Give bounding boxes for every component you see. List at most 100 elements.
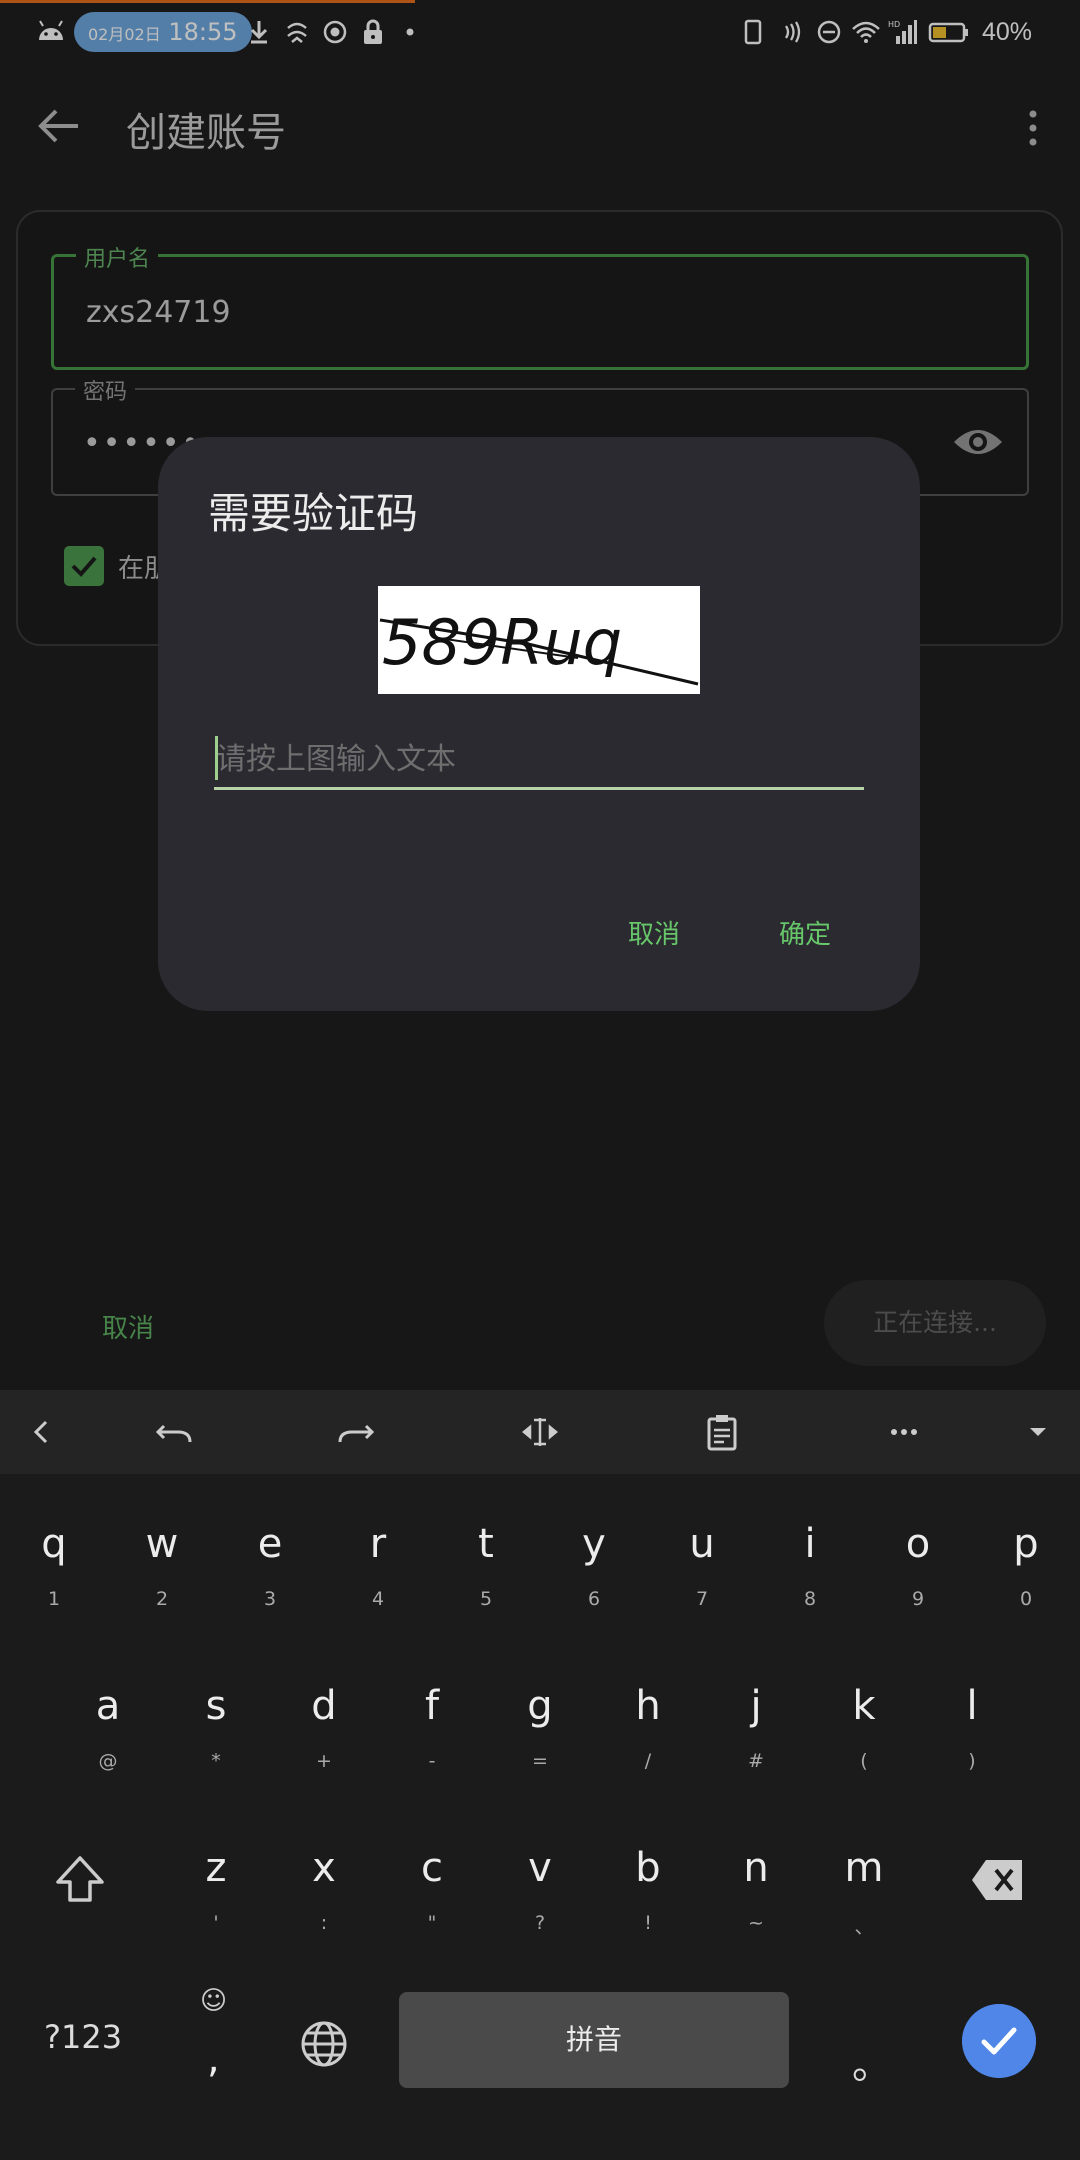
key-label: i [804, 1521, 816, 1567]
key-label: z [205, 1845, 227, 1891]
symbols-key[interactable]: ?123 [44, 2018, 122, 2056]
key-hint: ~ [748, 1912, 764, 1934]
key-label: x [312, 1845, 336, 1891]
key-hint: ? [534, 1912, 546, 1934]
key-hint: = [532, 1750, 548, 1772]
undo-icon[interactable] [154, 1412, 194, 1452]
key-l[interactable]: l) [922, 1676, 1022, 1806]
key-label: u [689, 1521, 715, 1567]
collapse-keyboard-icon[interactable] [1018, 1412, 1058, 1452]
clipboard-icon[interactable] [702, 1412, 742, 1452]
key-label: t [478, 1521, 494, 1567]
key-hint: 、 [854, 1916, 874, 1938]
key-hint: 1 [47, 1588, 61, 1610]
key-hint: * [211, 1750, 221, 1772]
key-label: v [528, 1845, 552, 1891]
key-u[interactable]: u7 [652, 1514, 752, 1644]
key-n[interactable]: n ~ [706, 1838, 806, 1968]
key-label: o [905, 1521, 931, 1567]
key-x[interactable]: x: [274, 1838, 374, 1968]
enter-check-icon[interactable] [962, 2004, 1036, 2078]
key-a[interactable]: a @ [58, 1676, 158, 1806]
key-v[interactable]: v? [490, 1838, 590, 1968]
key-z[interactable]: z ' [166, 1838, 266, 1968]
comma-key[interactable]: , [207, 2036, 220, 2082]
key-o[interactable]: o9 [868, 1514, 968, 1644]
key-hint: - [428, 1750, 436, 1772]
key-hint: : [320, 1912, 328, 1934]
dialog-cancel-button[interactable]: 取消 [628, 914, 680, 951]
captcha-text-input[interactable] [214, 732, 864, 787]
key-k[interactable]: k( [814, 1676, 914, 1806]
key-d[interactable]: d + [274, 1676, 374, 1806]
key-p[interactable]: p0 [976, 1514, 1076, 1644]
shift-icon[interactable] [52, 1852, 108, 1908]
key-label: k [852, 1683, 876, 1729]
text-cursor [215, 736, 218, 780]
key-hint: 9 [911, 1588, 925, 1610]
key-hint: 2 [155, 1588, 169, 1610]
key-c[interactable]: c " [382, 1838, 482, 1968]
key-r[interactable]: r4 [328, 1514, 428, 1644]
emoji-icon[interactable]: ☺ [200, 1986, 227, 2016]
key-hint: @ [98, 1750, 118, 1772]
key-label: h [635, 1683, 661, 1729]
key-label: j [750, 1683, 762, 1729]
globe-icon[interactable] [298, 2018, 350, 2070]
key-label: n [743, 1845, 769, 1891]
chevron-left-icon[interactable] [22, 1412, 62, 1452]
key-i[interactable]: i8 [760, 1514, 860, 1644]
key-label: d [311, 1683, 337, 1729]
key-hint: ' [213, 1912, 219, 1934]
key-m[interactable]: m、 [814, 1838, 914, 1968]
key-hint: 7 [695, 1588, 709, 1610]
key-hint: / [644, 1750, 652, 1772]
key-h[interactable]: h / [598, 1676, 698, 1806]
key-label: b [635, 1845, 661, 1891]
key-label: e [257, 1521, 283, 1567]
key-e[interactable]: e3 [220, 1514, 320, 1644]
key-label: w [145, 1521, 179, 1567]
key-label: p [1013, 1521, 1039, 1567]
key-w[interactable]: w2 [112, 1514, 212, 1644]
key-b[interactable]: b! [598, 1838, 698, 1968]
period-key[interactable]: 。 [852, 2032, 892, 2090]
key-hint: " [427, 1912, 437, 1934]
captcha-text: 589Ruq [382, 606, 622, 679]
captcha-image: 589Ruq [378, 586, 700, 694]
key-label: r [369, 1521, 387, 1567]
key-hint: 4 [371, 1588, 385, 1610]
key-hint: 3 [263, 1588, 277, 1610]
key-hint: 8 [803, 1588, 817, 1610]
more-horiz-icon[interactable] [884, 1412, 924, 1452]
key-s[interactable]: s * [166, 1676, 266, 1806]
key-hint: ( [860, 1750, 868, 1772]
dialog-title: 需要验证码 [208, 489, 419, 538]
key-hint: ! [644, 1912, 652, 1934]
key-label: c [421, 1845, 443, 1891]
key-g[interactable]: g = [490, 1676, 590, 1806]
key-hint: ) [968, 1750, 976, 1772]
key-label: y [582, 1521, 606, 1567]
key-label: m [844, 1845, 884, 1891]
key-label: f [424, 1683, 440, 1729]
key-q[interactable]: q1 [4, 1514, 104, 1644]
key-f[interactable]: f- [382, 1676, 482, 1806]
dialog-ok-button[interactable]: 确定 [779, 914, 831, 951]
cursor-move-icon[interactable] [520, 1412, 560, 1452]
redo-icon[interactable] [336, 1412, 376, 1452]
key-y[interactable]: y6 [544, 1514, 644, 1644]
key-j[interactable]: j # [706, 1676, 806, 1806]
space-key[interactable]: 拼音 [399, 1992, 789, 2088]
backspace-icon[interactable] [970, 1858, 1026, 1902]
key-label: q [41, 1521, 67, 1567]
key-label: l [966, 1683, 978, 1729]
key-hint: 0 [1019, 1588, 1033, 1610]
key-hint: 6 [587, 1588, 601, 1610]
key-t[interactable]: t5 [436, 1514, 536, 1644]
key-hint: # [748, 1750, 764, 1772]
key-label: s [205, 1683, 227, 1729]
key-hint: + [316, 1750, 332, 1772]
captcha-input[interactable] [214, 732, 864, 790]
key-label: a [95, 1683, 121, 1729]
